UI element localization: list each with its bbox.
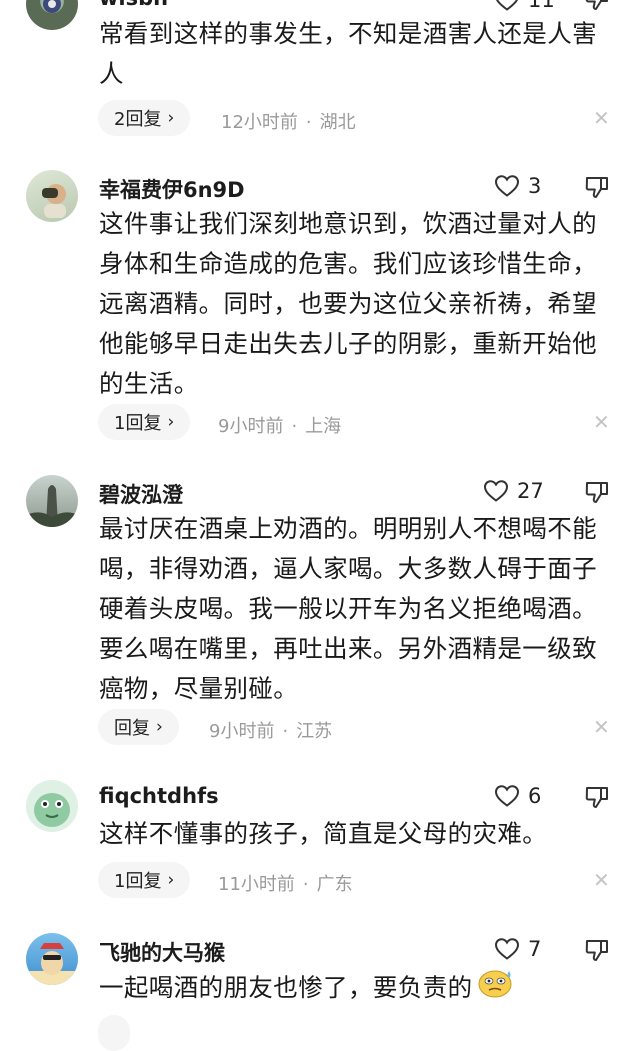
reply-count-button[interactable]: 2回复 ›: [98, 100, 191, 136]
comment-time: 11小时前: [218, 874, 295, 895]
comment-text: 常看到这样的事发生，不知是酒害人还是人害人: [99, 19, 597, 88]
like-count: 27: [517, 479, 544, 503]
comment-meta: 9小时前 · 上海: [218, 412, 341, 438]
chevron-right-icon: ›: [156, 717, 163, 737]
comment-location: 江苏: [296, 721, 333, 742]
dislike-button[interactable]: [584, 784, 610, 814]
heart-outline-icon: [494, 938, 520, 960]
comment-meta: 11小时前 · 广东: [218, 870, 353, 896]
heart-outline-icon: [494, 175, 520, 197]
thumb-down-outline-icon: [585, 940, 608, 961]
thumb-down-outline-icon: [585, 787, 608, 808]
username[interactable]: 飞驰的大马猴: [99, 937, 225, 967]
avatar[interactable]: [26, 170, 78, 222]
avatar[interactable]: [26, 0, 78, 30]
like-count: 11: [528, 0, 555, 12]
dislike-button[interactable]: [584, 174, 610, 204]
thumb-down-outline-icon: [585, 482, 608, 503]
chevron-right-icon: ›: [167, 108, 175, 128]
reply-count-label: 1回复: [114, 871, 162, 892]
comment-location: 湖北: [319, 112, 356, 133]
comment-meta: 9小时前 · 江苏: [209, 717, 332, 743]
avatar[interactable]: [26, 780, 78, 832]
close-icon[interactable]: ✕: [593, 106, 610, 130]
comment-location: 上海: [305, 416, 342, 437]
username[interactable]: 碧波泓澄: [99, 479, 183, 509]
comment-text: 一起喝酒的朋友也惨了，要负责的: [99, 967, 619, 1011]
username[interactable]: fiqchtdhfs: [99, 784, 219, 808]
reply-count-label: 回复: [114, 718, 150, 739]
avatar[interactable]: [26, 475, 78, 527]
comment-time: 9小时前: [209, 721, 275, 742]
like-count: 7: [528, 937, 542, 961]
heart-outline-icon: [494, 785, 520, 807]
separator-dot: ·: [305, 112, 312, 133]
dislike-button[interactable]: [584, 479, 610, 509]
thumb-down-outline-icon: [585, 177, 608, 198]
comment-location: 广东: [316, 874, 353, 895]
comment-text: 这样不懂事的孩子，简直是父母的灾难。: [99, 819, 548, 848]
reply-count-button[interactable]: 1回复 ›: [98, 862, 191, 898]
reply-count-button[interactable]: [98, 1015, 130, 1051]
reply-count-label: 2回复: [114, 109, 162, 130]
separator-dot: ·: [282, 721, 289, 742]
like-button[interactable]: 6: [494, 784, 541, 808]
comment-time: 9小时前: [218, 416, 284, 437]
close-icon[interactable]: ✕: [593, 410, 610, 434]
separator-dot: ·: [302, 874, 309, 895]
chevron-right-icon: ›: [167, 412, 175, 432]
comment-text-content: 一起喝酒的朋友也惨了，要负责的: [99, 973, 473, 1002]
dislike-button[interactable]: [584, 937, 610, 967]
heart-outline-icon: [483, 480, 509, 502]
username[interactable]: wisbh: [99, 0, 168, 10]
avatar[interactable]: [26, 933, 78, 985]
reply-count-label: 1回复: [114, 413, 162, 434]
comment-time: 12小时前: [221, 112, 298, 133]
close-icon[interactable]: ✕: [593, 715, 610, 739]
like-button[interactable]: 3: [494, 174, 541, 198]
separator-dot: ·: [291, 416, 298, 437]
sweat-smile-emoji-icon: [475, 967, 515, 1011]
like-button[interactable]: 11: [494, 0, 555, 12]
comment-text: 最讨厌在酒桌上劝酒的。明明别人不想喝不能喝，非得劝酒，逼人家喝。大多数人碍于面子…: [99, 514, 597, 703]
comment-meta: 12小时前 · 湖北: [221, 108, 356, 134]
like-count: 6: [528, 784, 542, 808]
like-button[interactable]: 7: [494, 937, 541, 961]
chevron-right-icon: ›: [167, 870, 175, 890]
comment-text: 这件事让我们深刻地意识到，饮酒过量对人的身体和生命造成的危害。我们应该珍惜生命，…: [99, 209, 597, 398]
thumb-down-outline-icon: [585, 0, 608, 10]
reply-count-button[interactable]: 1回复 ›: [98, 404, 191, 440]
username[interactable]: 幸福费伊6n9D: [99, 174, 245, 204]
close-icon[interactable]: ✕: [593, 868, 610, 892]
like-count: 3: [528, 174, 542, 198]
reply-count-button[interactable]: 回复 ›: [98, 709, 179, 745]
heart-outline-icon: [496, 0, 518, 11]
like-button[interactable]: 27: [483, 479, 544, 503]
